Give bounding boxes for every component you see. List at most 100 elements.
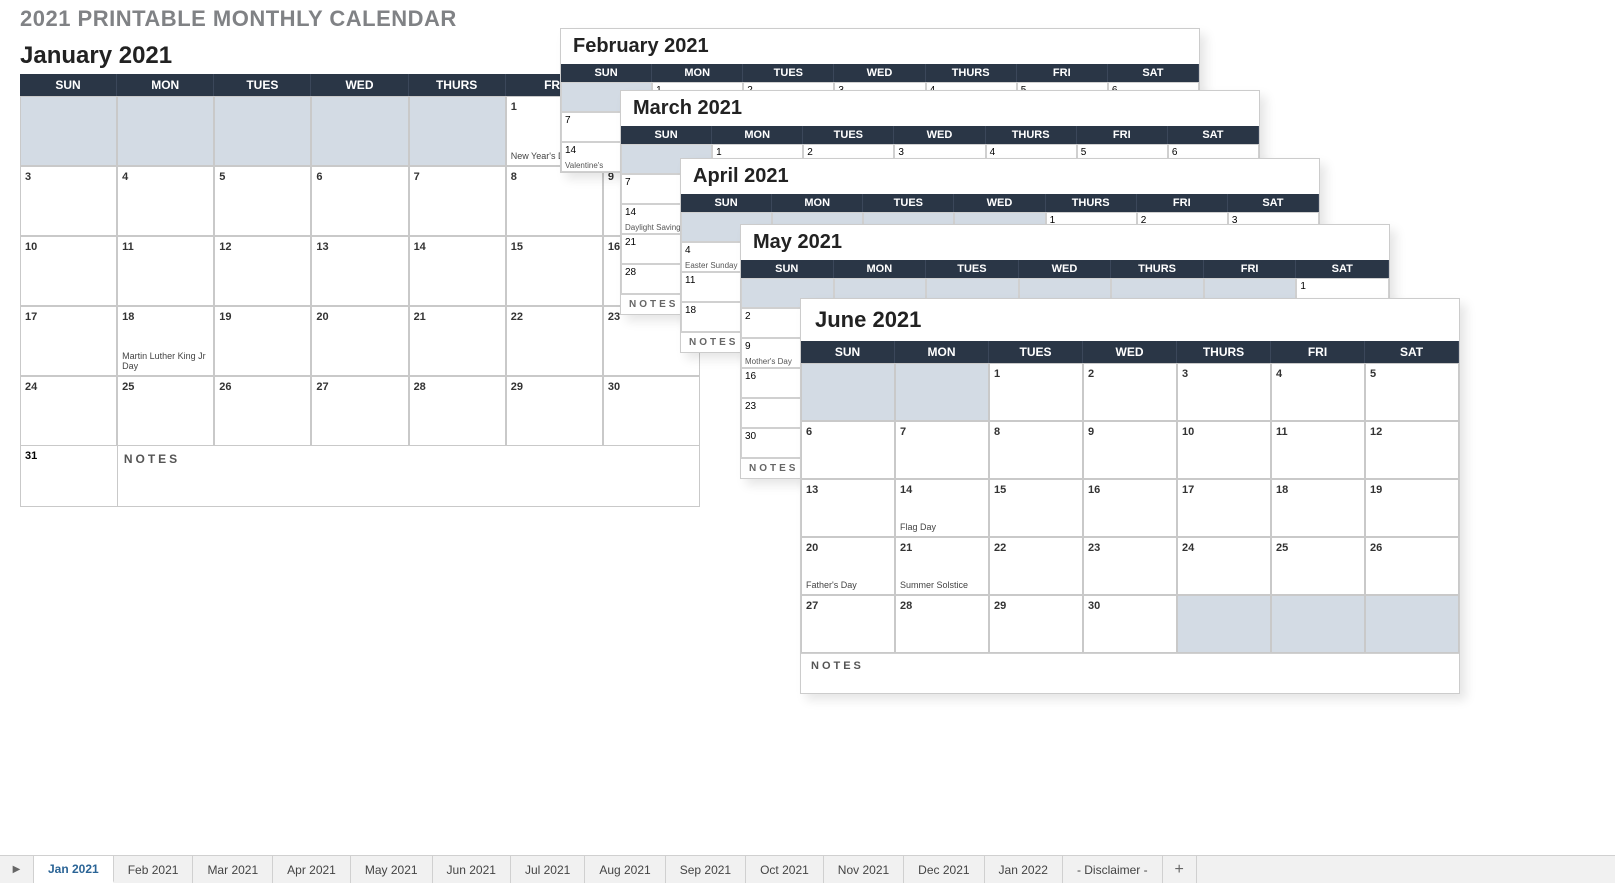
calendar-cell: 7 (895, 421, 989, 479)
sheet-tab[interactable]: Jun 2021 (433, 856, 511, 883)
calendar-cell: 19 (214, 306, 311, 376)
june-calendar: June 2021 SUNMONTUESWEDTHURSFRISAT 12345… (800, 298, 1460, 694)
calendar-cell: 21 (409, 306, 506, 376)
sheet-tab[interactable]: Jan 2021 (34, 856, 114, 883)
day-number: 10 (25, 241, 37, 253)
sheet-tab[interactable]: Mar 2021 (193, 856, 273, 883)
day-number: 2 (1088, 368, 1094, 380)
day-number: 4 (685, 245, 691, 256)
event-label: Summer Solstice (900, 581, 984, 591)
day-number: 27 (806, 600, 818, 612)
day-number: 6 (1172, 147, 1178, 158)
sheet-tab[interactable]: Feb 2021 (114, 856, 194, 883)
calendar-cell: 1 (989, 363, 1083, 421)
day-header: MON (895, 341, 989, 363)
month-title: March 2021 (621, 91, 1259, 122)
calendar-cell: 27 (311, 376, 408, 446)
day-number: 21 (625, 237, 636, 248)
calendar-cell (409, 96, 506, 166)
day-number: 28 (900, 600, 912, 612)
day-number: 4 (1276, 368, 1282, 380)
calendar-cell: 15 (506, 236, 603, 306)
day-number: 30 (608, 381, 620, 393)
sheet-tab[interactable]: Apr 2021 (273, 856, 351, 883)
day-header: SAT (1296, 260, 1389, 278)
day-number: 2 (807, 147, 813, 158)
day-header: FRI (1271, 341, 1365, 363)
day-number: 4 (990, 147, 996, 158)
calendar-cell: 24 (1177, 537, 1271, 595)
day-header: WED (1019, 260, 1112, 278)
day-header: SAT (1168, 126, 1259, 144)
day-number: 13 (806, 484, 818, 496)
notes-label: NOTES (118, 446, 699, 506)
calendar-cell: 2 (1083, 363, 1177, 421)
event-label: Valentine's (565, 161, 603, 170)
day-number: 16 (1088, 484, 1100, 496)
day-number: 18 (685, 305, 696, 316)
sheet-tab[interactable]: - Disclaimer - (1063, 856, 1163, 883)
day-header: FRI (1017, 64, 1108, 82)
calendar-cell: 30 (603, 376, 700, 446)
event-label: Mother's Day (745, 357, 792, 366)
day-number: 27 (316, 381, 328, 393)
day-header: MON (712, 126, 803, 144)
day-header: THURS (1177, 341, 1271, 363)
calendar-cell: 27 (801, 595, 895, 653)
calendar-cell: 11 (117, 236, 214, 306)
sheet-tab[interactable]: May 2021 (351, 856, 433, 883)
calendar-cell: 29 (506, 376, 603, 446)
day-header: SUN (561, 64, 652, 82)
sheet-tab[interactable]: Nov 2021 (824, 856, 904, 883)
day-number: 2 (745, 311, 751, 322)
day-number: 18 (1276, 484, 1288, 496)
day-number: 1 (716, 147, 722, 158)
day-header: WED (1083, 341, 1177, 363)
calendar-cell: 13 (801, 479, 895, 537)
calendar-cell: 5 (214, 166, 311, 236)
day-headers: SUNMONTUESWEDTHURSFRISAT (561, 64, 1199, 82)
sheet-tab[interactable]: Oct 2021 (746, 856, 824, 883)
calendar-cell (1177, 595, 1271, 653)
calendar-cell: 6 (801, 421, 895, 479)
day-number: 29 (511, 381, 523, 393)
calendar-cell: 26 (214, 376, 311, 446)
calendar-cell (311, 96, 408, 166)
day-number: 16 (608, 241, 620, 253)
calendar-cell: 28 (895, 595, 989, 653)
day-number: 28 (414, 381, 426, 393)
day-header: WED (954, 194, 1045, 212)
day-number: 3 (25, 171, 31, 183)
day-number: 6 (806, 426, 812, 438)
sheet-tab[interactable]: Jan 2022 (985, 856, 1063, 883)
day-header: SUN (20, 74, 117, 96)
day-number: 1 (511, 101, 517, 113)
day-header: TUES (989, 341, 1083, 363)
day-header: MON (834, 260, 927, 278)
calendar-cell: 25 (1271, 537, 1365, 595)
sheet-tab[interactable]: Aug 2021 (585, 856, 665, 883)
calendar-cell: 28 (409, 376, 506, 446)
sheet-tab[interactable]: Jul 2021 (511, 856, 585, 883)
day-number: 23 (608, 311, 620, 323)
day-header: THURS (926, 64, 1017, 82)
day-header: TUES (863, 194, 954, 212)
day-number: 12 (1370, 426, 1382, 438)
day-number: 8 (994, 426, 1000, 438)
add-sheet-button[interactable]: + (1163, 856, 1197, 883)
day-header: WED (311, 74, 408, 96)
sheet-tab[interactable]: Sep 2021 (666, 856, 746, 883)
day-header: THURS (986, 126, 1077, 144)
calendar-cell: 3 (1177, 363, 1271, 421)
calendar-cell: 9 (1083, 421, 1177, 479)
calendar-cell: 3 (20, 166, 117, 236)
sheet-tab[interactable]: Dec 2021 (904, 856, 984, 883)
event-label: Father's Day (806, 581, 890, 591)
day-header: TUES (803, 126, 894, 144)
january-day-31: 31 (21, 446, 118, 506)
calendar-cell: 22 (989, 537, 1083, 595)
tab-nav-button[interactable]: ▶ (0, 856, 34, 883)
calendar-cell: 15 (989, 479, 1083, 537)
calendar-cell: 26 (1365, 537, 1459, 595)
calendar-cell: 12 (214, 236, 311, 306)
